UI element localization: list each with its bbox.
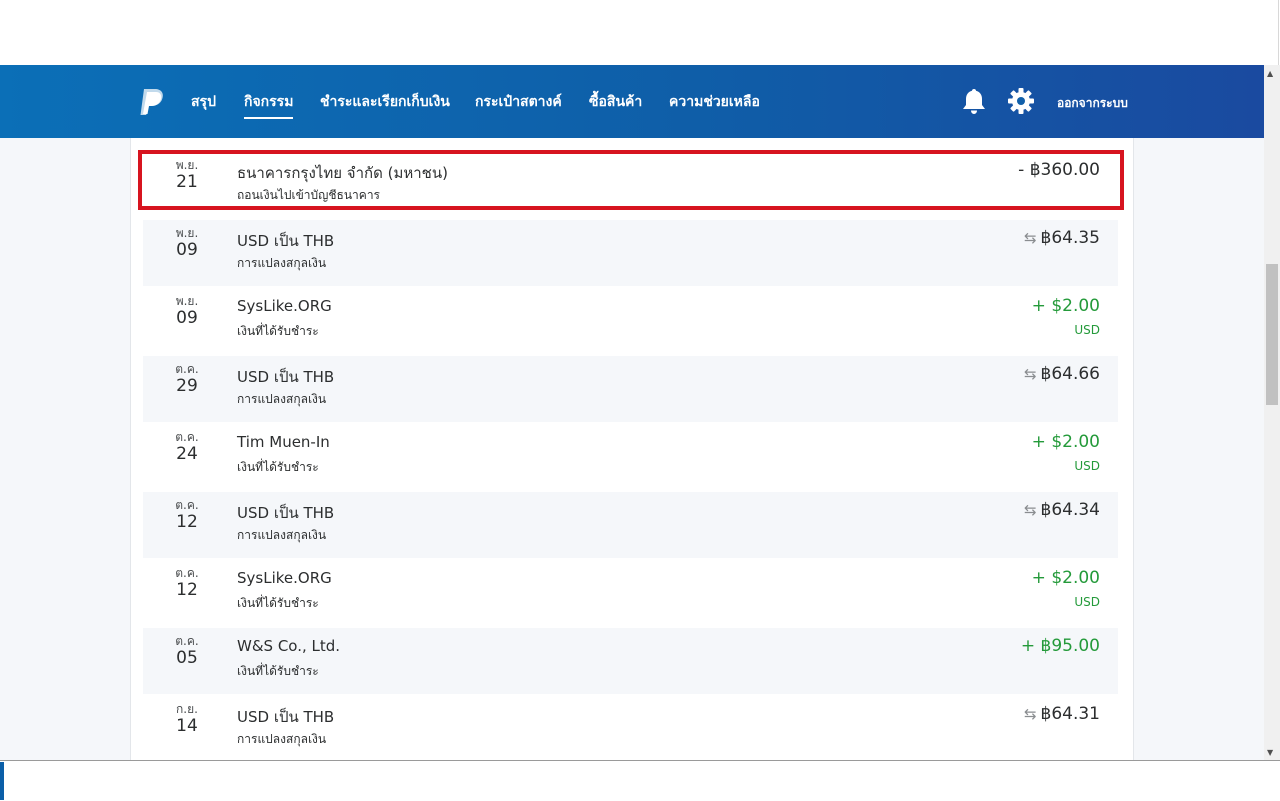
transaction-amount: + $2.00 [1031,296,1100,316]
transaction-amount-group: ⇆ ฿64.35 [1024,228,1100,248]
transaction-day: 09 [176,240,198,260]
transaction-date: ต.ค. 05 [143,634,231,668]
transaction-amount: ฿64.35 [1040,228,1100,248]
transaction-type: การแปลงสกุลเงิน [237,392,327,406]
transaction-month: ต.ค. [175,634,199,648]
transaction-date: ต.ค. 12 [143,566,231,600]
transaction-day: 14 [176,716,198,736]
transaction-day: 24 [176,444,198,464]
transaction-name: USD เป็น THB [237,708,335,726]
transaction-month: พ.ย. [175,294,199,308]
transaction-date: พ.ย. 09 [143,226,231,260]
transaction-name: USD เป็น THB [237,504,335,522]
transaction-row[interactable]: ต.ค. 24 Tim Muen-In เงินที่ได้รับชำระ + … [143,424,1118,490]
transaction-amount: ฿64.31 [1040,704,1100,724]
transaction-row[interactable]: พ.ย. 09 USD เป็น THB การแปลงสกุลเงิน ⇆ ฿6… [143,220,1118,286]
transaction-type: เงินที่ได้รับชำระ [237,664,319,678]
transaction-name: SysLike.ORG [237,297,332,315]
transaction-type: การแปลงสกุลเงิน [237,732,327,746]
transaction-currency: USD [1074,323,1100,337]
gear-icon[interactable] [1007,87,1035,115]
transaction-month: ต.ค. [175,566,199,580]
transaction-currency: USD [1074,595,1100,609]
transaction-day: 05 [176,648,198,668]
paypal-logo[interactable] [138,87,166,117]
transaction-month: พ.ย. [175,226,199,240]
nav-wallet[interactable]: กระเป๋าสตางค์ [475,91,562,113]
browser-top-area [0,0,1264,65]
transaction-name: Tim Muen-In [237,433,330,451]
transaction-amount-group: ⇆ ฿64.66 [1024,364,1100,384]
highlight-box [138,150,1124,210]
taskbar-edge-marker [0,762,4,800]
transaction-row[interactable]: ต.ค. 12 SysLike.ORG เงินที่ได้รับชำระ + … [143,560,1118,626]
currency-exchange-icon: ⇆ [1023,365,1037,383]
nav-help[interactable]: ความช่วยเหลือ [669,91,760,113]
transaction-day: 12 [176,512,198,532]
transaction-currency: USD [1074,459,1100,473]
transaction-month: ต.ค. [175,498,199,512]
nav-summary[interactable]: สรุป [191,91,216,113]
transaction-date: ต.ค. 24 [143,430,231,464]
transaction-row[interactable]: พ.ย. 09 SysLike.ORG เงินที่ได้รับชำระ + … [143,288,1118,354]
bell-icon[interactable] [961,87,987,115]
scrollbar-thumb[interactable] [1266,264,1278,405]
nav-activity[interactable]: กิจกรรม [244,91,294,119]
transaction-row[interactable]: ต.ค. 12 USD เป็น THB การแปลงสกุลเงิน ⇆ ฿6… [143,492,1118,558]
transaction-row[interactable]: ก.ย. 14 USD เป็น THB การแปลงสกุลเงิน ⇆ ฿6… [143,696,1118,760]
transaction-day: 12 [176,580,198,600]
top-right-divider [1264,0,1280,65]
transaction-date: ต.ค. 29 [143,362,231,396]
transaction-amount-group: ⇆ ฿64.34 [1024,500,1100,520]
transaction-type: การแปลงสกุลเงิน [237,528,327,542]
transaction-date: พ.ย. 09 [143,294,231,328]
transaction-type: การแปลงสกุลเงิน [237,256,327,270]
transaction-type: เงินที่ได้รับชำระ [237,324,319,338]
transaction-amount: + $2.00 [1031,568,1100,588]
scroll-up-arrow-icon[interactable]: ▲ [1267,69,1273,78]
transaction-amount-group: ⇆ ฿64.31 [1024,704,1100,724]
transaction-month: ก.ย. [176,702,198,716]
logout-link[interactable]: ออกจากระบบ [1057,94,1128,113]
activity-panel: พ.ย. 21 ธนาคารกรุงไทย จำกัด (มหาชน) ถอนเ… [130,138,1134,760]
transaction-amount: ฿64.66 [1040,364,1100,384]
currency-exchange-icon: ⇆ [1023,501,1037,519]
nav-send-request[interactable]: ชำระและเรียกเก็บเงิน [320,91,450,113]
transaction-day: 29 [176,376,198,396]
transaction-row[interactable]: ต.ค. 05 W&S Co., Ltd. เงินที่ได้รับชำระ … [143,628,1118,694]
bottom-taskbar-area [0,760,1280,801]
transaction-name: USD เป็น THB [237,232,335,250]
currency-exchange-icon: ⇆ [1023,705,1037,723]
transaction-amount: + ฿95.00 [1020,636,1100,656]
transaction-date: ต.ค. 12 [143,498,231,532]
transaction-month: ต.ค. [175,362,199,376]
activity-content-area: พ.ย. 21 ธนาคารกรุงไทย จำกัด (มหาชน) ถอนเ… [0,138,1264,760]
transaction-amount: + $2.00 [1031,432,1100,452]
nav-shopping[interactable]: ซื้อสินค้า [589,91,642,113]
transaction-amount: ฿64.34 [1040,500,1100,520]
top-navigation-bar: สรุป กิจกรรม ชำระและเรียกเก็บเงิน กระเป๋… [0,65,1264,138]
transaction-name: USD เป็น THB [237,368,335,386]
transaction-month: ต.ค. [175,430,199,444]
transaction-row[interactable]: ต.ค. 29 USD เป็น THB การแปลงสกุลเงิน ⇆ ฿6… [143,356,1118,422]
transaction-date: ก.ย. 14 [143,702,231,736]
transaction-day: 09 [176,308,198,328]
scroll-down-arrow-icon[interactable]: ▼ [1267,748,1273,757]
transaction-type: เงินที่ได้รับชำระ [237,596,319,610]
transaction-name: W&S Co., Ltd. [237,637,341,655]
transaction-type: เงินที่ได้รับชำระ [237,460,319,474]
currency-exchange-icon: ⇆ [1023,229,1037,247]
vertical-scrollbar[interactable]: ▲ ▼ [1264,65,1280,760]
transaction-name: SysLike.ORG [237,569,332,587]
